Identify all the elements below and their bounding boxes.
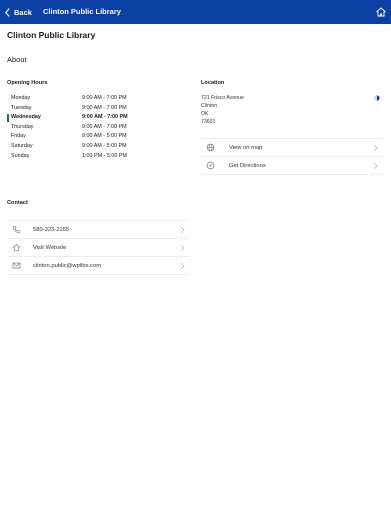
phone-icon [12, 225, 21, 234]
home-icon[interactable] [375, 6, 387, 18]
get-directions-button[interactable]: Get Directions [201, 157, 383, 175]
location-heading: Location [201, 80, 225, 86]
hours-row-monday: Monday 9:00 AM - 7:00 PM [8, 94, 138, 104]
time-value: 9:00 AM - 7:00 PM [82, 123, 127, 130]
email-address-label: clinton.public@wplibs.com [33, 263, 102, 269]
hours-row-wednesday-today: Wednesday 9:00 AM - 7:00 PM [7, 113, 138, 123]
chevron-right-icon [180, 262, 185, 270]
time-value: 9:00 AM - 5:00 PM [82, 133, 127, 140]
back-button[interactable]: Back [5, 0, 32, 24]
globe-icon [206, 143, 215, 152]
view-on-map-label: View on map [229, 145, 263, 151]
page-title: Clinton Public Library [7, 30, 96, 40]
contact-heading: Contact [7, 200, 28, 206]
hours-row-saturday: Saturday 9:00 AM - 5:00 PM [8, 142, 138, 152]
address-state: OK [201, 111, 209, 117]
chevron-right-icon [180, 244, 185, 252]
day-label: Tuesday [11, 104, 32, 111]
get-directions-label: Get Directions [229, 163, 266, 169]
day-label: Saturday [11, 142, 33, 149]
address-city: Clinton [201, 103, 218, 109]
phone-contact-item[interactable]: 580-323-2165 [7, 221, 190, 239]
compass-icon [206, 161, 215, 170]
mail-icon [12, 262, 21, 269]
time-value: 9:00 AM - 7:00 PM [82, 114, 128, 121]
email-contact-item[interactable]: clinton.public@wplibs.com [7, 257, 190, 275]
time-value: 9:00 AM - 7:00 PM [82, 104, 127, 111]
about-heading: About [7, 55, 27, 64]
day-label: Friday [11, 133, 26, 140]
navigation-bar: Back Clinton Public Library [0, 0, 391, 24]
map-pin-icon [374, 95, 380, 101]
time-value: 1:00 PM - 5:00 PM [82, 152, 127, 159]
chevron-left-icon [5, 7, 10, 17]
day-label: Wednesday [11, 114, 41, 121]
home-icon [12, 244, 21, 252]
chevron-right-icon [373, 144, 378, 152]
opening-hours-table: Monday 9:00 AM - 7:00 PM Tuesday 9:00 AM… [7, 94, 138, 162]
time-value: 9:00 AM - 7:00 PM [82, 95, 127, 101]
day-label: Sunday [11, 152, 30, 159]
day-label: Thursday [11, 123, 34, 130]
contact-list: 580-323-2165 Visit Website clinton.publi… [7, 220, 190, 275]
chevron-right-icon [373, 162, 378, 170]
back-label: Back [14, 7, 32, 17]
hours-row-friday: Friday 9:00 AM - 5:00 PM [8, 132, 138, 142]
address-street: 721 Frisco Avenue [201, 95, 244, 101]
website-contact-item[interactable]: Visit Website [7, 239, 190, 257]
phone-number-label: 580-323-2165 [33, 227, 70, 233]
hours-row-tuesday: Tuesday 9:00 AM - 7:00 PM [8, 104, 138, 114]
opening-hours-heading: Opening Hours [7, 80, 48, 86]
address-block: 721 Frisco Avenue Clinton OK 73601 [201, 94, 244, 126]
address-zip: 73601 [201, 119, 216, 125]
location-actions-list: View on map Get Directions [201, 138, 383, 175]
time-value: 9:00 AM - 5:00 PM [82, 142, 127, 149]
day-label: Monday [11, 95, 31, 101]
visit-website-label: Visit Website [33, 245, 67, 251]
chevron-right-icon [180, 226, 185, 234]
hours-row-thursday: Thursday 9:00 AM - 7:00 PM [8, 123, 138, 133]
view-on-map-button[interactable]: View on map [201, 139, 383, 157]
hours-row-sunday: Sunday 1:00 PM - 5:00 PM [8, 152, 138, 162]
nav-title: Clinton Public Library [43, 7, 121, 16]
